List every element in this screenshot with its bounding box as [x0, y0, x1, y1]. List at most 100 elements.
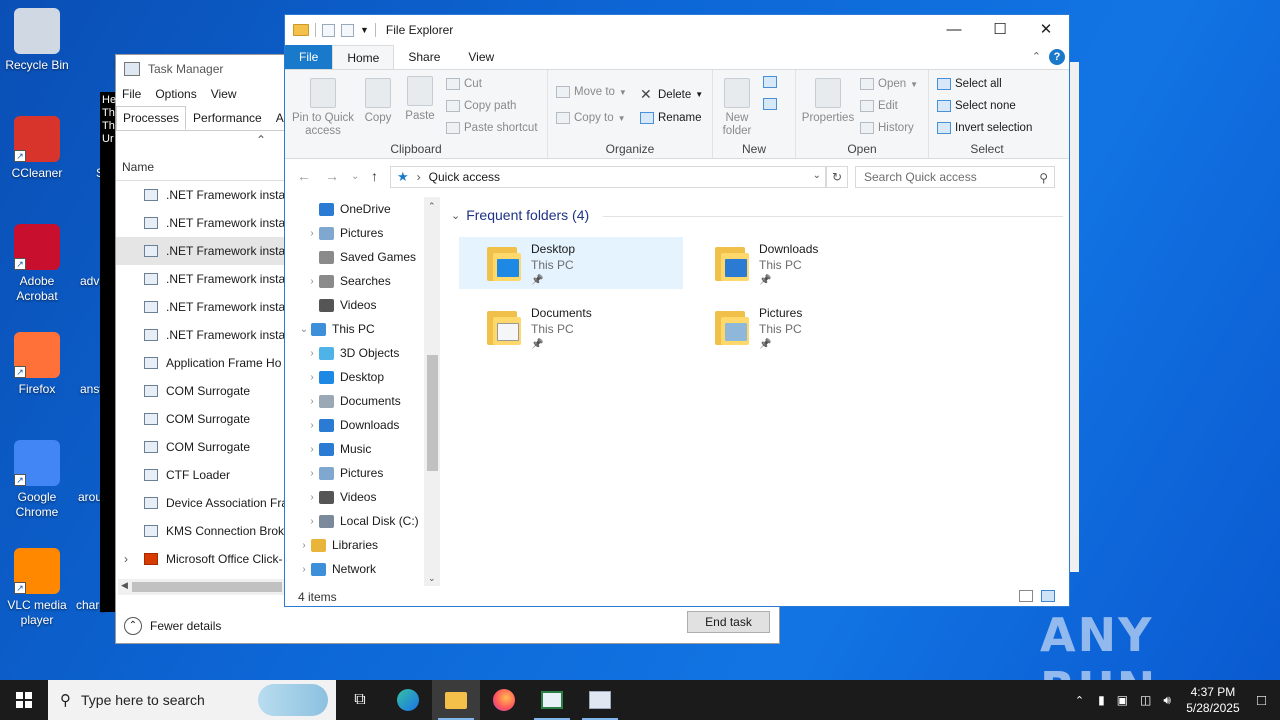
nav-item[interactable]: › Pictures — [285, 461, 440, 485]
desktop-partial-label[interactable]: advi — [80, 274, 102, 288]
chevron-right-icon[interactable]: › — [305, 468, 319, 479]
nav-item[interactable]: ⌄ This PC — [285, 317, 440, 341]
chevron-right-icon[interactable]: › — [305, 492, 319, 503]
scroll-up-icon[interactable]: ⌃ — [428, 201, 436, 212]
taskbar-firefox-button[interactable] — [480, 680, 528, 720]
end-task-button[interactable]: End task — [687, 611, 770, 633]
new-folder-button[interactable]: New folder — [717, 78, 757, 138]
tab-view[interactable]: View — [454, 45, 508, 69]
tab-file[interactable]: File — [285, 45, 333, 69]
refresh-icon[interactable]: ↻ — [826, 166, 848, 188]
desktop-icon-google-chrome[interactable]: ↗ Google Chrome — [0, 440, 74, 520]
tab-performance[interactable]: Performance — [186, 106, 269, 130]
tab-share[interactable]: Share — [394, 45, 454, 69]
folder-tile[interactable]: Downloads This PC 📌 — [687, 237, 911, 289]
chevron-right-icon[interactable]: › — [305, 396, 319, 407]
horizontal-scrollbar[interactable]: ◀ — [118, 579, 285, 595]
select-none-button[interactable]: Select none — [937, 100, 1016, 112]
chevron-right-icon[interactable]: › — [297, 540, 311, 551]
delete-button[interactable]: ✕ Delete ▼ — [640, 86, 703, 103]
chevron-right-icon[interactable]: › — [305, 372, 319, 383]
notifications-icon[interactable]: □ — [1257, 692, 1266, 709]
new-folder-qat-icon[interactable] — [341, 23, 354, 37]
menu-file[interactable]: File — [122, 87, 141, 101]
properties-qat-icon[interactable] — [322, 23, 335, 37]
recent-locations-icon[interactable]: ⌄ — [351, 171, 359, 182]
meet-now-icon[interactable]: ▣ — [1117, 693, 1128, 707]
forward-icon[interactable]: → — [325, 168, 339, 184]
folder-tile[interactable]: Desktop This PC 📌 — [459, 237, 683, 289]
chevron-right-icon[interactable]: › — [305, 228, 319, 239]
nav-item[interactable]: › Pictures — [285, 221, 440, 245]
copy-to-button[interactable]: Copy to ▼ — [556, 112, 626, 124]
nav-item[interactable]: Videos — [285, 293, 440, 317]
nav-item[interactable]: › Videos — [285, 485, 440, 509]
chevron-right-icon[interactable]: › — [297, 564, 311, 575]
chevron-up-icon[interactable]: ⌃ — [256, 133, 266, 147]
copy-button[interactable]: Copy — [361, 78, 395, 125]
back-icon[interactable]: ← — [297, 168, 311, 184]
start-button[interactable] — [0, 680, 48, 720]
nav-item[interactable]: › Music — [285, 437, 440, 461]
desktop-icon-firefox[interactable]: ↗ Firefox — [0, 332, 74, 397]
fewer-details-button[interactable]: ⌃ Fewer details — [116, 617, 221, 635]
folder-tile[interactable]: Pictures This PC 📌 — [687, 301, 911, 353]
menu-view[interactable]: View — [211, 87, 237, 101]
nav-item[interactable]: › Local Disk (C:) — [285, 509, 440, 533]
chevron-up-icon[interactable]: ⌃ — [1075, 694, 1084, 707]
explorer-titlebar[interactable]: ▼ File Explorer — ☐ ✕ — [285, 15, 1069, 45]
chevron-right-icon[interactable]: › — [305, 420, 319, 431]
taskbar-edge-button[interactable] — [384, 680, 432, 720]
open-button[interactable]: Open ▼ — [860, 78, 918, 90]
chevron-down-icon[interactable]: ⌄ — [297, 324, 311, 335]
nav-item[interactable]: › Searches — [285, 269, 440, 293]
battery-icon[interactable]: ▮ — [1098, 693, 1105, 707]
expand-chevron-icon[interactable]: › — [124, 552, 128, 566]
move-to-button[interactable]: Move to ▼ — [556, 86, 627, 98]
desktop-icon-recycle-bin[interactable]: Recycle Bin — [0, 8, 74, 73]
up-icon[interactable]: ↑ — [371, 168, 378, 184]
chevron-right-icon[interactable]: › — [305, 276, 319, 287]
rename-button[interactable]: Rename — [640, 112, 701, 124]
scroll-left-icon[interactable]: ◀ — [121, 580, 128, 591]
nav-item[interactable]: › Libraries — [285, 533, 440, 557]
menu-options[interactable]: Options — [155, 87, 196, 101]
paste-shortcut-button[interactable]: Paste shortcut — [446, 122, 538, 134]
edit-button[interactable]: Edit — [860, 100, 898, 112]
taskbar-search-box[interactable]: ⚲ Type here to search — [48, 680, 336, 720]
nav-item[interactable]: › Desktop — [285, 365, 440, 389]
address-bar[interactable]: ★ › Quick access ⌄ — [390, 166, 826, 188]
scrollbar-thumb[interactable] — [427, 355, 438, 471]
minimize-icon[interactable]: — — [931, 15, 977, 45]
qat-dropdown-icon[interactable]: ▼ — [360, 25, 369, 35]
chevron-right-icon[interactable]: › — [305, 348, 319, 359]
navigation-scrollbar[interactable]: ⌃ ⌄ — [424, 197, 440, 586]
address-dropdown-icon[interactable]: ⌄ — [813, 170, 821, 181]
nav-item[interactable]: › Network — [285, 557, 440, 581]
select-all-button[interactable]: Select all — [937, 78, 1002, 90]
pin-to-quick-access-button[interactable]: Pin to Quick access — [291, 78, 355, 138]
network-icon[interactable]: ◫ — [1140, 693, 1151, 707]
desktop-icon-vlc-media-player[interactable]: ↗ VLC media player — [0, 548, 74, 628]
search-input[interactable]: Search Quick access ⚲ — [855, 166, 1055, 188]
folder-tile[interactable]: Documents This PC 📌 — [459, 301, 683, 353]
close-icon[interactable]: ✕ — [1023, 15, 1069, 45]
frequent-folders-header[interactable]: ⌄ Frequent folders (4) — [451, 207, 1063, 223]
taskbar-file-explorer-button[interactable] — [432, 680, 480, 720]
help-icon[interactable]: ? — [1049, 49, 1065, 65]
paste-button[interactable]: Paste — [402, 76, 438, 123]
taskbar-task-manager-button[interactable] — [576, 680, 624, 720]
explorer-right-scrollbar[interactable] — [1069, 62, 1079, 572]
chevron-right-icon[interactable]: › — [305, 516, 319, 527]
chevron-right-icon[interactable]: › — [305, 444, 319, 455]
tab-processes[interactable]: Processes — [116, 106, 187, 130]
taskbar-app-button[interactable] — [528, 680, 576, 720]
nav-item[interactable]: OneDrive — [285, 197, 440, 221]
scrollbar-thumb[interactable] — [132, 582, 282, 592]
clock[interactable]: 4:37 PM 5/28/2025 — [1177, 684, 1249, 716]
details-view-icon[interactable] — [1019, 590, 1033, 602]
nav-item[interactable]: Saved Games — [285, 245, 440, 269]
nav-item[interactable]: › Downloads — [285, 413, 440, 437]
desktop-icon-ccleaner[interactable]: ↗ CCleaner — [0, 116, 74, 181]
volume-icon[interactable]: 🔊︎ — [1163, 693, 1171, 708]
